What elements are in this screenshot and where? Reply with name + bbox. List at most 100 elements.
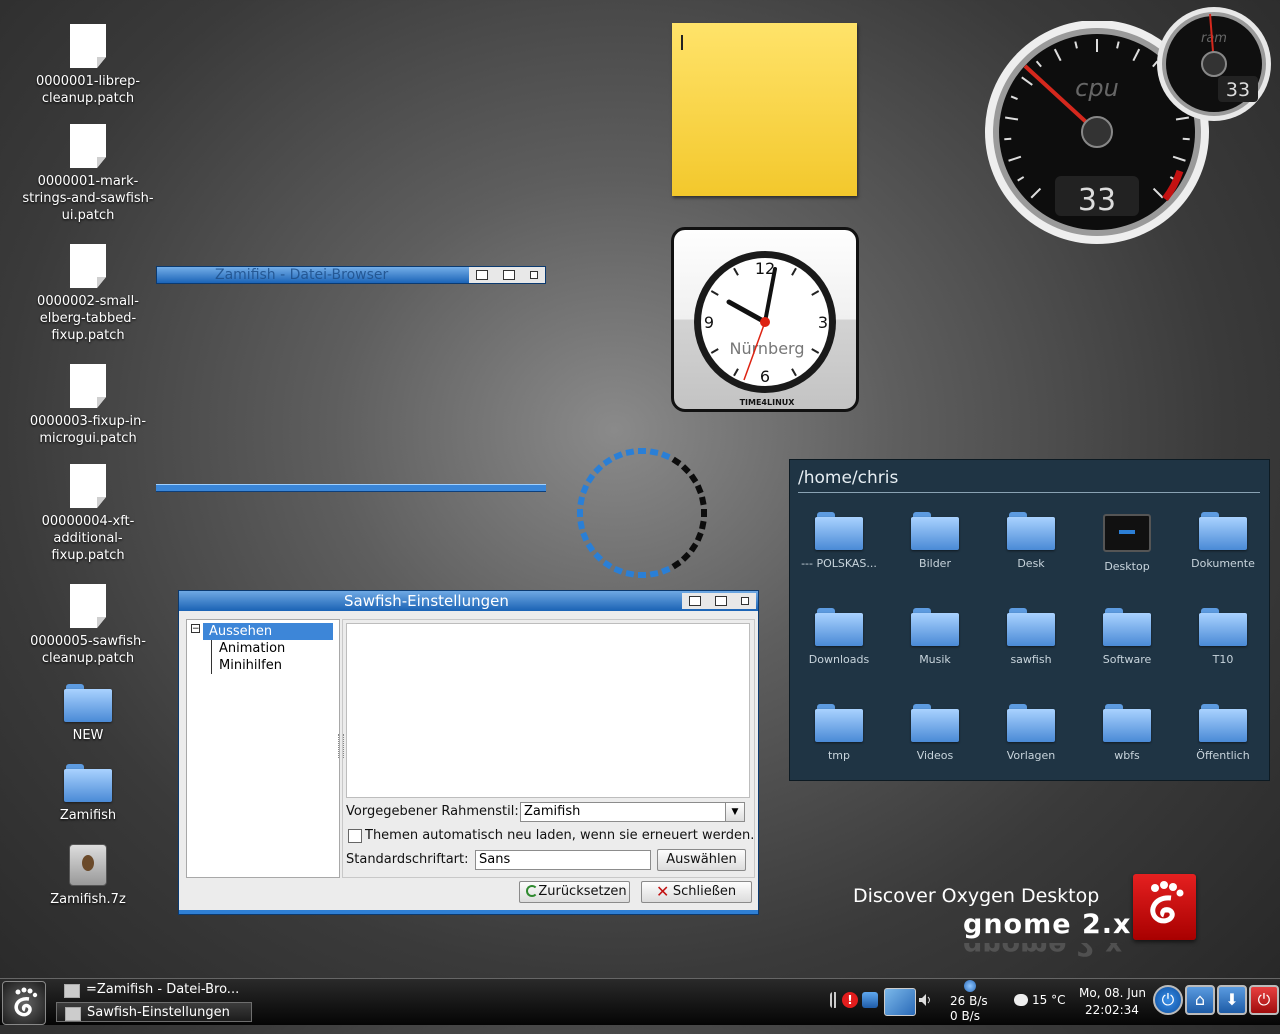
- tree-item-animation[interactable]: Animation: [211, 640, 285, 657]
- folder-icon: [64, 764, 112, 802]
- shutdown-menu-button[interactable]: ⏻: [1153, 985, 1183, 1015]
- document-icon: [70, 584, 106, 628]
- taskbar-task-file-browser[interactable]: =Zamifish - Datei-Bro...: [56, 980, 252, 1000]
- clock-time[interactable]: 22:02:34: [1085, 1003, 1139, 1017]
- folder-widget-item[interactable]: Software: [1079, 608, 1175, 666]
- desktop-icon[interactable]: 0000001-mark-strings-and-sawfish-ui.patc…: [18, 124, 158, 224]
- folder-widget-item[interactable]: Dokumente: [1175, 512, 1271, 570]
- branding-product-reflection: gnome 2.x: [963, 943, 1123, 961]
- folder-widget-item[interactable]: T10: [1175, 608, 1271, 666]
- folder-widget-item[interactable]: Vorlagen: [983, 704, 1079, 762]
- gnome-menu-button[interactable]: [2, 981, 46, 1025]
- folder-widget-item-label: Software: [1102, 653, 1152, 666]
- desktop-icon[interactable]: 0000003-fixup-in-microgui.patch: [18, 364, 158, 447]
- close-button[interactable]: ✕ Schließen: [641, 881, 752, 903]
- text-cursor: [681, 35, 683, 50]
- tree-item-minihilfen[interactable]: Minihilfen: [211, 657, 282, 674]
- desktop-icon[interactable]: 0000001-librep-cleanup.patch: [18, 24, 158, 107]
- temperature[interactable]: 15 °C: [1032, 993, 1065, 1007]
- sticky-note[interactable]: [672, 23, 857, 196]
- clock-numeral-3: 3: [818, 313, 828, 332]
- network-globe-icon: [964, 980, 976, 992]
- close-icon[interactable]: [741, 597, 749, 605]
- folder-widget-item-label: tmp: [827, 749, 850, 762]
- desktop-icon-label: 0000002-small-elberg-tabbed-fixup.patch: [37, 294, 139, 343]
- settings-window-bottom-edge: [179, 910, 758, 914]
- reset-icon: [526, 885, 538, 897]
- tree-item-aussehen[interactable]: Aussehen: [203, 623, 333, 640]
- document-icon: [70, 364, 106, 408]
- update-alert-icon[interactable]: !: [842, 992, 858, 1008]
- maximize-icon[interactable]: [715, 596, 727, 606]
- font-field[interactable]: Sans: [475, 850, 651, 870]
- cpu-label: cpu: [1075, 74, 1119, 102]
- minimize-icon[interactable]: [689, 596, 701, 606]
- choose-font-button[interactable]: Auswählen ...: [657, 849, 746, 887]
- maximize-icon[interactable]: [502, 270, 515, 280]
- logout-button[interactable]: ⏻: [1249, 985, 1279, 1015]
- folder-widget-item-label: --- POLSKAS...: [801, 557, 877, 570]
- spinner-dot: [694, 484, 704, 495]
- spinner-dot: [660, 565, 671, 575]
- spinner-dot: [602, 559, 613, 570]
- minimize-icon[interactable]: [476, 270, 489, 280]
- clock-brand: TIME4LINUX: [740, 398, 796, 407]
- folder-widget-item[interactable]: Bilder: [887, 512, 983, 570]
- weather-applet-icon[interactable]: [884, 988, 916, 1016]
- spinner-dot: [649, 448, 659, 456]
- folder-widget-item[interactable]: --- POLSKAS...: [791, 512, 887, 570]
- settings-window-title: Sawfish-Einstellungen: [344, 592, 509, 610]
- net-down-rate: 26 B/s: [950, 994, 988, 1008]
- spinner-dot: [625, 570, 635, 578]
- desktop-icon[interactable]: Zamifish: [18, 764, 158, 824]
- folder-widget-item-label: wbfs: [1114, 749, 1140, 762]
- reset-button[interactable]: Zurücksetzen: [519, 881, 630, 903]
- spinner-dot: [593, 464, 604, 475]
- desktop-icon[interactable]: 00000004-xft-additional-fixup.patch: [18, 464, 158, 564]
- cpu-value: 33: [1078, 183, 1116, 218]
- folder-widget-item-label: Musik: [919, 653, 951, 666]
- folder-widget-item[interactable]: Desktop: [1079, 512, 1175, 573]
- auto-reload-checkbox[interactable]: [348, 829, 362, 843]
- window-controls: [682, 593, 756, 609]
- folder-widget-item[interactable]: sawfish: [983, 608, 1079, 666]
- desktop-icon[interactable]: Zamifish.7z: [18, 844, 158, 908]
- folder-widget-item-label: Videos: [916, 749, 954, 762]
- branding-product: gnome 2.x: [963, 909, 1132, 940]
- chevron-down-icon[interactable]: ▼: [725, 802, 745, 822]
- weather-cloud-icon[interactable]: [1014, 994, 1028, 1006]
- close-icon[interactable]: [529, 271, 538, 279]
- folder-widget-item[interactable]: Desk: [983, 512, 1079, 570]
- folder-icon: [911, 512, 959, 552]
- desktop-icon[interactable]: 0000002-small-elberg-tabbed-fixup.patch: [18, 244, 158, 344]
- folder-icon: [1199, 512, 1247, 552]
- folder-widget-item[interactable]: wbfs: [1079, 704, 1175, 762]
- sawfish-settings-window: Sawfish-Einstellungen Aussehen − Animati…: [178, 590, 759, 915]
- settings-window-titlebar[interactable]: Sawfish-Einstellungen: [179, 591, 758, 611]
- file-browser-window-titlebar[interactable]: Zamifish - Datei-Browser: [156, 266, 546, 284]
- file-browser-window-shaded-edge[interactable]: [156, 484, 546, 492]
- lock-screen-button[interactable]: ⌂: [1185, 985, 1215, 1015]
- theme-preview-area: [346, 623, 750, 798]
- folder-widget-item[interactable]: Videos: [887, 704, 983, 762]
- tree-collapse-icon[interactable]: −: [191, 624, 200, 634]
- clock-date[interactable]: Mo, 08. Jun: [1079, 986, 1146, 1000]
- folder-widget-item[interactable]: Öffentlich: [1175, 704, 1271, 762]
- clock-face: 12 3 6 9 Nürnberg TIME4LINUX: [694, 251, 836, 407]
- folder-widget-item[interactable]: Downloads: [791, 608, 887, 666]
- suspend-button[interactable]: ⬇: [1217, 985, 1247, 1015]
- desktop-icon[interactable]: 0000005-sawfish-cleanup.patch: [18, 584, 158, 667]
- folder-widget-item[interactable]: Musik: [887, 608, 983, 666]
- frame-style-select[interactable]: Zamifish: [520, 802, 726, 822]
- spinner-dot: [580, 531, 590, 542]
- folder-widget-item[interactable]: tmp: [791, 704, 887, 762]
- network-manager-icon[interactable]: [862, 992, 878, 1008]
- volume-icon[interactable]: [918, 992, 932, 1008]
- taskbar-task-settings[interactable]: Sawfish-Einstellungen: [56, 1002, 252, 1022]
- window-controls: [469, 267, 545, 283]
- folder-icon: [815, 704, 863, 744]
- desktop-icon[interactable]: NEW: [18, 684, 158, 744]
- folder-widget-item-label: sawfish: [1010, 653, 1052, 666]
- auto-reload-label: Themen automatisch neu laden, wenn sie e…: [365, 828, 755, 843]
- tray-grip-icon[interactable]: [830, 992, 838, 1008]
